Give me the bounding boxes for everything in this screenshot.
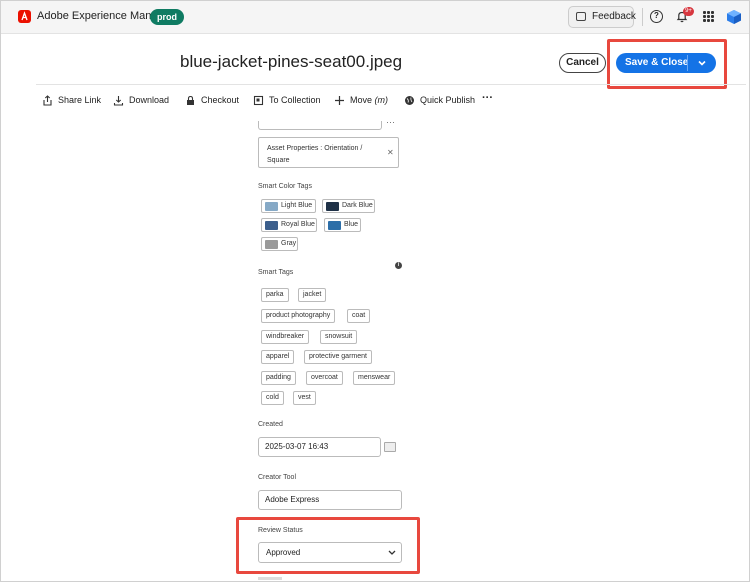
toolbar-divider xyxy=(642,8,643,26)
quick-publish-label: Quick Publish xyxy=(420,95,476,105)
move-icon xyxy=(335,96,344,105)
smart-tag-chip[interactable]: parka xyxy=(261,288,289,302)
asset-file-name: blue-jacket-pines-seat00.jpeg xyxy=(180,52,403,71)
feedback-icon xyxy=(576,12,586,21)
remove-tag-icon[interactable]: ✕ xyxy=(387,148,394,157)
cancel-button[interactable]: Cancel xyxy=(559,53,606,73)
smart-tag-chip[interactable]: cold xyxy=(261,391,284,405)
color-swatch xyxy=(265,202,278,211)
color-tag-chip[interactable]: Royal Blue xyxy=(261,218,317,232)
smart-tag-chip[interactable]: vest xyxy=(293,391,316,405)
smart-color-tags-label: Smart Color Tags xyxy=(258,183,312,190)
lock-icon xyxy=(187,95,194,105)
save-highlight-box xyxy=(607,39,727,89)
smart-tags-label: Smart Tags xyxy=(258,269,294,276)
color-tag-chip[interactable]: Gray xyxy=(261,237,298,251)
smart-tag-chip[interactable]: coat xyxy=(347,309,371,323)
smart-tag-chip[interactable]: protective garment xyxy=(304,350,372,364)
download-label: Download xyxy=(129,95,170,105)
checkout-label: Checkout xyxy=(201,95,240,105)
color-swatch xyxy=(265,240,278,249)
environment-badge: prod xyxy=(150,9,184,25)
apps-grid-icon[interactable] xyxy=(703,11,714,22)
notification-count-badge: 9+ xyxy=(683,7,694,16)
share-link-label: Share Link xyxy=(58,95,102,105)
tags-input[interactable] xyxy=(258,121,382,130)
created-label: Created xyxy=(258,421,283,428)
smart-tag-chip[interactable]: padding xyxy=(261,371,296,385)
download-icon xyxy=(113,96,124,106)
more-icon[interactable]: ··· xyxy=(482,93,493,107)
color-tag-chip[interactable]: Light Blue xyxy=(261,199,316,213)
color-swatch xyxy=(265,221,278,230)
help-icon[interactable]: ? xyxy=(650,10,663,23)
color-swatch xyxy=(328,221,341,230)
smart-tag-chip[interactable]: jacket xyxy=(298,288,327,302)
collection-icon xyxy=(253,95,264,106)
share-icon xyxy=(43,95,52,106)
review-status-highlight-box xyxy=(236,517,420,574)
header-divider xyxy=(36,84,746,85)
tag-token-label: Asset Properties : Orientation / Square xyxy=(267,145,363,164)
to-collection-label: To Collection xyxy=(269,95,321,105)
more-icon[interactable]: ··· xyxy=(386,117,395,127)
app-header: Adobe Experience Manager prod Feedback ?… xyxy=(0,0,750,34)
adobe-logo-icon xyxy=(18,10,31,23)
creator-tool-label: Creator Tool xyxy=(258,474,297,481)
smart-tag-chip[interactable]: menswear xyxy=(353,371,396,385)
move-shortcut-hint: (m) xyxy=(374,95,389,105)
smart-tag-chip[interactable]: apparel xyxy=(261,350,295,364)
feedback-button[interactable]: Feedback xyxy=(568,6,636,28)
color-tag-chip[interactable]: Dark Blue xyxy=(322,199,375,213)
creator-tool-field[interactable]: Adobe Express xyxy=(258,490,402,510)
created-date-field[interactable]: 2025-03-07 16:43 xyxy=(258,437,381,457)
calendar-icon[interactable] xyxy=(384,442,396,452)
info-icon[interactable]: i xyxy=(395,262,402,269)
smart-tag-chip[interactable]: overcoat xyxy=(306,371,343,385)
globe-icon xyxy=(405,96,414,105)
smart-tag-chip[interactable]: windbreaker xyxy=(261,330,310,344)
feedback-label: Feedback xyxy=(592,11,636,22)
move-label: Move (m) xyxy=(350,95,389,105)
smart-tag-chip[interactable]: product photography xyxy=(261,309,336,323)
smart-tag-chip[interactable]: snowsuit xyxy=(320,330,358,344)
tag-token: Asset Properties : Orientation / Square … xyxy=(258,137,399,168)
color-tag-chip[interactable]: Blue xyxy=(324,218,361,232)
color-swatch xyxy=(326,202,339,211)
profile-icon[interactable] xyxy=(726,9,742,25)
next-field-label xyxy=(258,577,282,580)
